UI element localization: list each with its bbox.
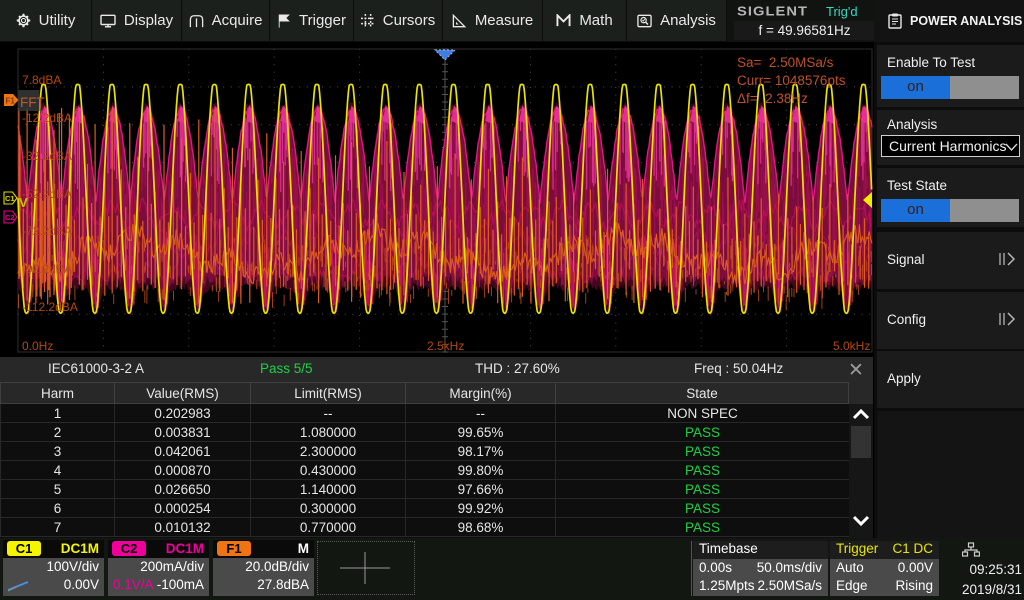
- svg-text:-12.2dBA: -12.2dBA: [22, 111, 72, 125]
- svg-text:-112.2dBA: -112.2dBA: [22, 300, 78, 314]
- svg-text:-92.2dBA: -92.2dBA: [22, 262, 72, 276]
- svg-text:-72.2dBA: -72.2dBA: [22, 224, 72, 238]
- svg-text:Sa= 2.50MSa/s: Sa= 2.50MSa/s: [737, 55, 834, 70]
- svg-text:Δf= 2.38Hz: Δf= 2.38Hz: [737, 91, 808, 106]
- svg-text:0.0Hz: 0.0Hz: [22, 339, 53, 353]
- svg-text:7.8dBA: 7.8dBA: [22, 73, 61, 87]
- svg-text:-32.2dBA: -32.2dBA: [22, 149, 72, 163]
- svg-text:-52.2dBA: -52.2dBA: [22, 187, 72, 201]
- svg-text:2.5kHz: 2.5kHz: [427, 339, 464, 353]
- svg-text:Curr= 1048576pts: Curr= 1048576pts: [737, 73, 846, 88]
- svg-text:V: V: [19, 195, 28, 210]
- svg-text:5.0kHz: 5.0kHz: [833, 339, 870, 353]
- svg-text:C2: C2: [5, 213, 15, 222]
- svg-text:C1: C1: [5, 194, 15, 203]
- svg-text:FFT: FFT: [20, 95, 45, 110]
- svg-text:F1: F1: [6, 97, 16, 106]
